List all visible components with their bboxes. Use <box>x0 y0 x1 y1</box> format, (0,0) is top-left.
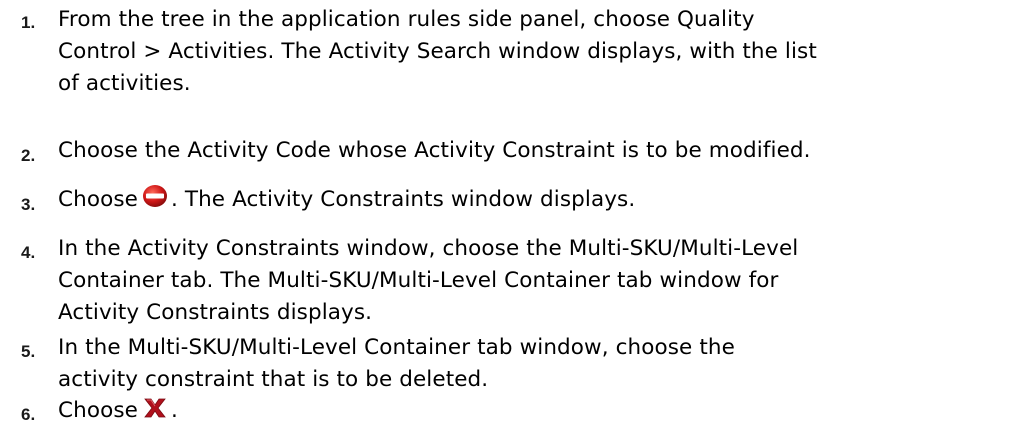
step-text-after-icon: . <box>170 398 178 423</box>
delete-x-icon <box>142 397 168 429</box>
step-number: 3. <box>21 195 36 214</box>
step-line: Container tab. The Multi-SKU/Multi-Level… <box>58 268 779 293</box>
step-text-before-icon: Choose <box>58 398 138 423</box>
step-line: In the Multi-SKU/Multi-Level Container t… <box>58 335 735 360</box>
delete-circle-icon <box>142 184 168 218</box>
step-text-after-icon: . The Activity Constraints window displa… <box>170 187 636 212</box>
step-line: Choose . The Activity Constraints window… <box>58 184 1008 218</box>
step-text: Choose the Activity Code whose Activity … <box>58 135 1008 167</box>
step-line: Choose . <box>58 395 1008 429</box>
step-line: Control > Activities. The Activity Searc… <box>58 39 817 64</box>
step-line: of activities. <box>58 71 191 96</box>
step-text: Choose . The Activity Constraints window… <box>58 184 1008 218</box>
step-line: In the Activity Constraints window, choo… <box>58 236 799 261</box>
step-text: In the Activity Constraints window, choo… <box>58 233 1008 329</box>
step-number: 5. <box>21 342 36 361</box>
step-text: Choose . <box>58 395 1008 429</box>
step-text-before-icon: Choose <box>58 187 138 212</box>
step-line: Activity Constraints displays. <box>58 300 373 325</box>
step-number: 6. <box>21 405 36 424</box>
step-text: From the tree in the application rules s… <box>58 4 1008 100</box>
step-number: 1. <box>21 13 36 32</box>
step-line: activity constraint that is to be delete… <box>58 367 489 392</box>
step-number: 2. <box>21 146 36 165</box>
step-line: From the tree in the application rules s… <box>58 7 755 32</box>
step-number: 4. <box>21 243 36 262</box>
step-text: In the Multi-SKU/Multi-Level Container t… <box>58 332 1008 396</box>
step-line: Choose the Activity Code whose Activity … <box>58 138 811 163</box>
